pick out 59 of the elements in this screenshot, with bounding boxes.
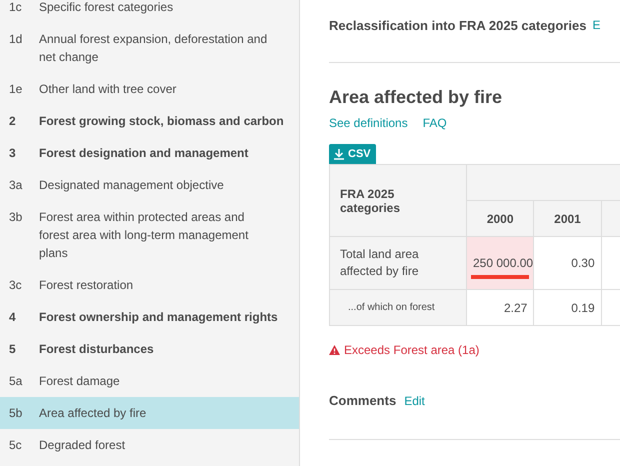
sidebar-item[interactable]: 5c Degraded forest	[0, 429, 299, 461]
warning-message: Exceeds Forest area (1a)	[344, 343, 480, 357]
item-label: Forest designation and management	[39, 145, 248, 162]
comments-title: Comments	[329, 393, 396, 408]
item-number: 2	[9, 113, 17, 130]
item-label: Specific forest categories	[39, 0, 174, 16]
item-label: Other land with tree cover	[39, 81, 176, 98]
item-label: Annual forest expansion, deforestation and net change	[39, 31, 268, 66]
value-cell[interactable]: 2.27	[466, 290, 534, 326]
sidebar-item[interactable]: 1c Specific forest categories	[0, 0, 299, 23]
section-title: Area affected by fire	[329, 87, 504, 108]
item-label: Designated management objective	[39, 177, 224, 194]
item-number: 3a	[9, 177, 24, 194]
value-cell[interactable]: 0.19	[534, 290, 602, 326]
year-header: 2000	[466, 200, 534, 236]
reclassification-title: Reclassification into FRA 2025 categories	[329, 18, 586, 33]
edit-link[interactable]: E	[592, 18, 600, 33]
help-link[interactable]: FAQ	[422, 116, 447, 130]
edit-link[interactable]: Edit	[404, 394, 425, 408]
sidebar-item[interactable]: 3a Designated management objective	[0, 169, 299, 201]
download-icon	[334, 148, 344, 160]
sidebar-item[interactable]: 3c Forest restoration	[0, 269, 299, 301]
item-number: 5	[9, 341, 17, 358]
item-number: 5b	[9, 405, 24, 422]
item-label: Forest area within protected areas and forest area with long-term management plans	[39, 209, 250, 262]
item-number: 1c	[9, 0, 23, 16]
item-label: Forest disturbances	[39, 341, 154, 358]
row-label: ...of which on forest	[330, 290, 466, 326]
item-number: 3c	[9, 277, 23, 294]
item-label: Degraded forest	[39, 437, 126, 454]
item-label: Forest ownership and management rights	[39, 309, 278, 326]
sidebar-item[interactable]: 2 Forest growing stock, biomass and carbon	[0, 105, 299, 137]
help-link[interactable]: See definitions	[329, 116, 408, 130]
csv-button[interactable]: CSV	[329, 144, 376, 164]
sidebar-item[interactable]: 3b Forest area within protected areas and forest area with long-term management plans	[0, 201, 299, 269]
item-number: 4	[9, 309, 17, 326]
row-label: Total land area affected by fire	[330, 236, 466, 290]
sidebar-item[interactable]: 1d Annual forest expansion, deforestation and net change	[0, 23, 299, 73]
item-label: Area affected by fire	[39, 405, 146, 422]
warning-icon	[329, 345, 340, 355]
sidebar-item[interactable]: 1e Other land with tree cover	[0, 73, 299, 105]
item-number: 3b	[9, 209, 24, 226]
item-label: Forest damage	[39, 373, 120, 390]
item-number: 3	[9, 145, 17, 162]
year-header: 2001	[534, 200, 602, 236]
sidebar-item[interactable]: 5 Forest disturbances	[0, 333, 299, 365]
value-cell[interactable]: 250 000.00	[466, 236, 534, 290]
value-cell[interactable]: 0.30	[534, 236, 602, 290]
sidebar-item[interactable]: 4 Forest ownership and management rights	[0, 301, 299, 333]
item-label: Forest restoration	[39, 277, 134, 294]
item-number: 1e	[9, 81, 24, 98]
sidebar-item[interactable]: 5a Forest damage	[0, 365, 299, 397]
item-number: 5a	[9, 373, 24, 390]
header-cell: FRA 2025 categories	[330, 164, 466, 236]
sidebar-item[interactable]: 5b Area affected by fire	[0, 397, 299, 429]
item-number: 5c	[9, 437, 23, 454]
sidebar-item[interactable]: 3 Forest designation and management	[0, 137, 299, 169]
item-number: 1d	[9, 31, 24, 48]
item-label: Forest growing stock, biomass and carbon	[39, 113, 284, 130]
